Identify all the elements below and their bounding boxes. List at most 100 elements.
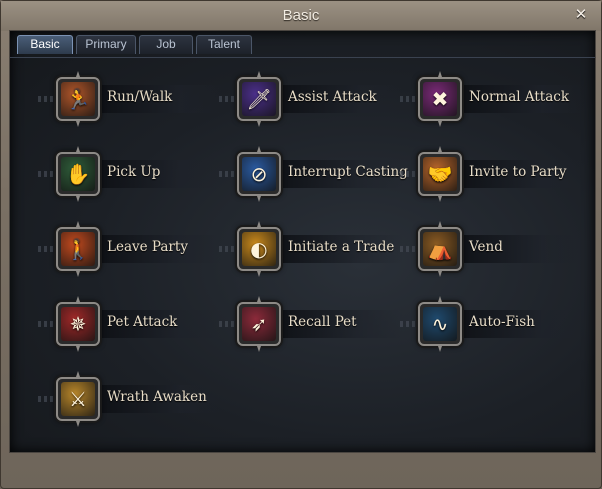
skills-window: Basic ✕ Basic Primary Job Talent 🏃 Run/Wa… bbox=[0, 0, 602, 489]
skill-ornament bbox=[219, 96, 237, 102]
frame-spike bbox=[438, 196, 442, 202]
skill-icon-frame[interactable]: ✋ bbox=[56, 152, 100, 196]
skill-pick-up[interactable]: ✋ Pick Up bbox=[38, 146, 222, 202]
skill-icon-frame[interactable]: ➶ bbox=[237, 302, 281, 346]
frame-spike bbox=[438, 346, 442, 352]
skill-label: Auto-Fish bbox=[469, 314, 535, 330]
skill-icon-frame[interactable]: 🏃 bbox=[56, 77, 100, 121]
frame-spike bbox=[257, 271, 261, 277]
skill-initiate-a-trade[interactable]: ◐ Initiate a Trade bbox=[219, 221, 403, 277]
skill-ornament bbox=[38, 321, 56, 327]
frame-spike bbox=[76, 121, 80, 127]
skill-label: Recall Pet bbox=[288, 314, 357, 330]
skill-ornament bbox=[38, 171, 56, 177]
skill-icon-frame[interactable]: 🚶 bbox=[56, 227, 100, 271]
skills-panel: Basic Primary Job Talent 🏃 Run/Walk 🗡 Assis… bbox=[9, 30, 596, 453]
skill-icon-frame[interactable]: ⊘ bbox=[237, 152, 281, 196]
skill-pet-attack[interactable]: ✵ Pet Attack bbox=[38, 296, 222, 352]
skill-recall-pet[interactable]: ➶ Recall Pet bbox=[219, 296, 403, 352]
skill-label: Pet Attack bbox=[107, 314, 178, 330]
frame-spike bbox=[257, 296, 261, 302]
skill-ornament bbox=[219, 321, 237, 327]
skill-icon-frame[interactable]: ✖ bbox=[418, 77, 462, 121]
skill-icon-frame[interactable]: ∿ bbox=[418, 302, 462, 346]
frame-spike bbox=[76, 371, 80, 377]
walking-away-icon: 🚶 bbox=[61, 232, 95, 266]
frame-spike bbox=[76, 71, 80, 77]
skill-icon-frame[interactable]: ✵ bbox=[56, 302, 100, 346]
skill-icon-frame[interactable]: 🤝 bbox=[418, 152, 462, 196]
skill-label: Run/Walk bbox=[107, 89, 173, 105]
skill-ornament bbox=[400, 246, 418, 252]
skill-leave-party[interactable]: 🚶 Leave Party bbox=[38, 221, 222, 277]
skill-ornament bbox=[38, 96, 56, 102]
skill-auto-fish[interactable]: ∿ Auto-Fish bbox=[400, 296, 584, 352]
skill-ornament bbox=[400, 96, 418, 102]
fishing-hook-icon: ∿ bbox=[423, 307, 457, 341]
window-title: Basic bbox=[282, 7, 320, 24]
broken-circle-icon: ⊘ bbox=[242, 157, 276, 191]
vendor-stall-icon: ⛺ bbox=[423, 232, 457, 266]
frame-spike bbox=[438, 271, 442, 277]
skill-run-walk[interactable]: 🏃 Run/Walk bbox=[38, 71, 222, 127]
whistle-icon: ➶ bbox=[242, 307, 276, 341]
skill-ornament bbox=[400, 321, 418, 327]
golden-swords-icon: ⚔ bbox=[61, 382, 95, 416]
hand-icon: ✋ bbox=[61, 157, 95, 191]
frame-spike bbox=[438, 221, 442, 227]
handshake-icon: 🤝 bbox=[423, 157, 457, 191]
frame-spike bbox=[257, 346, 261, 352]
running-icon: 🏃 bbox=[61, 82, 95, 116]
frame-spike bbox=[257, 146, 261, 152]
skill-interrupt-casting[interactable]: ⊘ Interrupt Casting bbox=[219, 146, 408, 202]
claw-icon: ✵ bbox=[61, 307, 95, 341]
frame-spike bbox=[76, 271, 80, 277]
frame-spike bbox=[438, 121, 442, 127]
skill-icon-frame[interactable]: 🗡 bbox=[237, 77, 281, 121]
frame-spike bbox=[257, 196, 261, 202]
tab-talent[interactable]: Talent bbox=[196, 35, 252, 54]
frame-spike bbox=[76, 196, 80, 202]
frame-spike bbox=[76, 296, 80, 302]
close-icon[interactable]: ✕ bbox=[573, 6, 589, 22]
skill-icon-frame[interactable]: ◐ bbox=[237, 227, 281, 271]
sword-icon: 🗡 bbox=[242, 82, 276, 116]
skill-normal-attack[interactable]: ✖ Normal Attack bbox=[400, 71, 584, 127]
skill-wrath-awaken[interactable]: ⚔ Wrath Awaken bbox=[38, 371, 222, 427]
frame-spike bbox=[257, 121, 261, 127]
skill-icon-frame[interactable]: ⚔ bbox=[56, 377, 100, 421]
skill-label: Vend bbox=[469, 239, 503, 255]
skill-icon-frame[interactable]: ⛺ bbox=[418, 227, 462, 271]
skill-ornament bbox=[38, 396, 56, 402]
tab-strip: Basic Primary Job Talent bbox=[10, 31, 595, 58]
skill-ornament bbox=[219, 246, 237, 252]
skill-label: Normal Attack bbox=[469, 89, 570, 105]
coin-icon: ◐ bbox=[242, 232, 276, 266]
skill-vend[interactable]: ⛺ Vend bbox=[400, 221, 584, 277]
skill-ornament bbox=[38, 246, 56, 252]
skill-label: Wrath Awaken bbox=[107, 389, 207, 405]
tab-job[interactable]: Job bbox=[139, 35, 193, 54]
tab-primary[interactable]: Primary bbox=[76, 35, 136, 54]
frame-spike bbox=[438, 296, 442, 302]
skill-ornament bbox=[219, 171, 237, 177]
frame-spike bbox=[438, 71, 442, 77]
frame-spike bbox=[76, 146, 80, 152]
frame-spike bbox=[438, 146, 442, 152]
frame-spike bbox=[76, 346, 80, 352]
skill-invite-to-party[interactable]: 🤝 Invite to Party bbox=[400, 146, 584, 202]
crossed-swords-icon: ✖ bbox=[423, 82, 457, 116]
frame-spike bbox=[76, 421, 80, 427]
tab-basic[interactable]: Basic bbox=[17, 35, 73, 54]
skill-assist-attack[interactable]: 🗡 Assist Attack bbox=[219, 71, 403, 127]
skill-label: Invite to Party bbox=[469, 164, 567, 180]
frame-spike bbox=[76, 221, 80, 227]
skill-ornament bbox=[400, 171, 418, 177]
frame-spike bbox=[257, 71, 261, 77]
title-bar[interactable]: Basic ✕ bbox=[1, 1, 601, 31]
skill-label: Leave Party bbox=[107, 239, 188, 255]
skill-label: Interrupt Casting bbox=[288, 164, 408, 180]
skill-label: Pick Up bbox=[107, 164, 161, 180]
skill-label: Initiate a Trade bbox=[288, 239, 395, 255]
frame-spike bbox=[257, 221, 261, 227]
